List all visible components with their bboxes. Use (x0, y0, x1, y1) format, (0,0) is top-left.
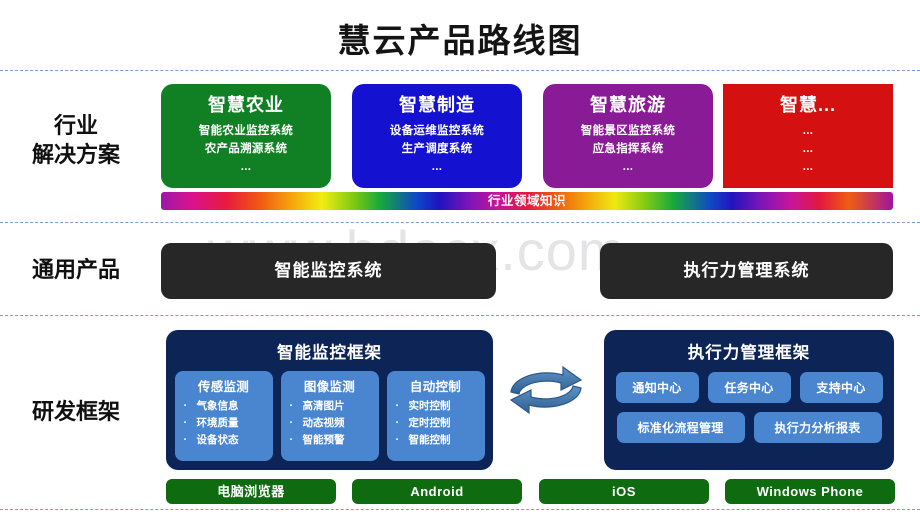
framework-title: 执行力管理框架 (687, 344, 811, 362)
framework-pill-row-1: 通知中心 任务中心 支持中心 (604, 372, 894, 403)
pill-support-center[interactable]: 支持中心 (799, 372, 883, 403)
subcard-item: · 动态视频 (281, 415, 379, 432)
bullet-icon: · (183, 417, 188, 430)
bullet-icon: · (395, 400, 400, 412)
row-label-industry: 行业 解决方案 (0, 112, 152, 169)
industry-card-item: 智能农业监控系统 (198, 125, 294, 137)
platform-button-windows-phone[interactable]: Windows Phone (725, 479, 895, 504)
industry-card-item: ... (622, 160, 634, 173)
framework-pill-row-2: 标准化流程管理 执行力分析报表 (604, 412, 894, 443)
platform-button-ios[interactable]: iOS (539, 479, 709, 504)
subcard-item: · 定时控制 (387, 415, 485, 432)
subcard-title: 图像监测 (303, 380, 356, 394)
pill-execution-analysis-report[interactable]: 执行力分析报表 (753, 412, 882, 443)
industry-knowledge-bar: 行业领域知识 (161, 192, 893, 210)
row-label-industry-line1: 行业 (53, 113, 98, 138)
row-label-framework: 研发框架 (31, 399, 120, 424)
industry-card-item: ... (802, 160, 814, 173)
industry-knowledge-label: 行业领域知识 (487, 194, 566, 208)
framework-title: 智能监控框架 (277, 344, 382, 362)
subcard-sensor-monitoring[interactable]: 传感监测 · 气象信息 · 环境质量 · 设备状态 (174, 371, 273, 461)
roadmap-slide: www.bdocx.com 慧云产品路线图 行业 解决方案 通用产品 研发框架 … (0, 0, 920, 518)
divider-bottom (0, 509, 920, 510)
bullet-icon: · (395, 434, 400, 447)
sync-arrows-icon (503, 358, 589, 422)
row-label-industry-line2: 解决方案 (31, 141, 120, 167)
industry-card-item: 生产调度系统 (401, 142, 473, 155)
industry-card-tourism[interactable]: 智慧旅游 智能景区监控系统 应急指挥系统 ... (543, 84, 713, 188)
platform-button-browser[interactable]: 电脑浏览器 (166, 479, 336, 504)
industry-card-title: 智慧... (779, 95, 836, 115)
divider-top (0, 70, 920, 71)
divider-general-framework (0, 315, 920, 316)
bullet-icon: · (395, 417, 400, 430)
pill-notification-center[interactable]: 通知中心 (615, 372, 699, 403)
industry-card-item: ... (802, 125, 814, 137)
subcard-item: · 智能预警 (281, 432, 379, 449)
industry-card-title: 智慧旅游 (590, 95, 666, 115)
industry-card-item: 农产品溯源系统 (204, 142, 288, 155)
subcard-item: · 实时控制 (387, 398, 485, 415)
divider-industry-general (0, 222, 920, 223)
subcard-item: · 气象信息 (175, 398, 273, 415)
industry-card-title: 智慧制造 (399, 95, 475, 115)
row-label-general: 通用产品 (31, 257, 120, 282)
industry-card-item: ... (240, 160, 252, 173)
subcard-item: · 智能控制 (387, 432, 485, 449)
industry-card-item: 设备运维监控系统 (389, 125, 485, 137)
subcard-item: · 高清图片 (281, 398, 379, 415)
industry-card-item: ... (431, 160, 443, 173)
bullet-icon: · (289, 400, 294, 412)
subcard-item: · 设备状态 (175, 432, 273, 449)
general-product-execution[interactable]: 执行力管理系统 (600, 243, 893, 299)
pill-task-center[interactable]: 任务中心 (707, 372, 791, 403)
subcard-image-monitoring[interactable]: 图像监测 · 高清图片 · 动态视频 · 智能预警 (280, 371, 379, 461)
subcard-automatic-control[interactable]: 自动控制 · 实时控制 · 定时控制 · 智能控制 (386, 371, 485, 461)
industry-card-item: 智能景区监控系统 (580, 125, 676, 137)
bullet-icon: · (183, 434, 188, 447)
bullet-icon: · (289, 434, 294, 447)
framework-panel-monitoring: 智能监控框架 传感监测 · 气象信息 · 环境质量 · 设备状态 图像监测 · … (166, 330, 493, 470)
framework-panel-execution: 执行力管理框架 通知中心 任务中心 支持中心 标准化流程管理 执行力分析报表 (604, 330, 894, 470)
page-title: 慧云产品路线图 (337, 22, 583, 59)
pill-standard-process-management[interactable]: 标准化流程管理 (616, 412, 745, 443)
bullet-icon: · (183, 400, 188, 412)
industry-card-agriculture[interactable]: 智慧农业 智能农业监控系统 农产品溯源系统 ... (161, 84, 331, 188)
industry-card-title: 智慧农业 (208, 95, 284, 115)
subcard-title: 自动控制 (409, 380, 462, 394)
bullet-icon: · (289, 417, 294, 430)
industry-card-item: 应急指挥系统 (592, 142, 664, 155)
industry-card-item: ... (802, 142, 814, 155)
industry-card-more[interactable]: 智慧... ... ... ... (723, 84, 893, 188)
subcard-item: · 环境质量 (175, 415, 273, 432)
framework-subcard-row: 传感监测 · 气象信息 · 环境质量 · 设备状态 图像监测 · 高清图片 · … (166, 371, 493, 461)
platform-button-android[interactable]: Android (352, 479, 522, 504)
industry-card-manufacturing[interactable]: 智慧制造 设备运维监控系统 生产调度系统 ... (352, 84, 522, 188)
general-product-monitoring[interactable]: 智能监控系统 (161, 243, 496, 299)
subcard-title: 传感监测 (197, 380, 250, 394)
